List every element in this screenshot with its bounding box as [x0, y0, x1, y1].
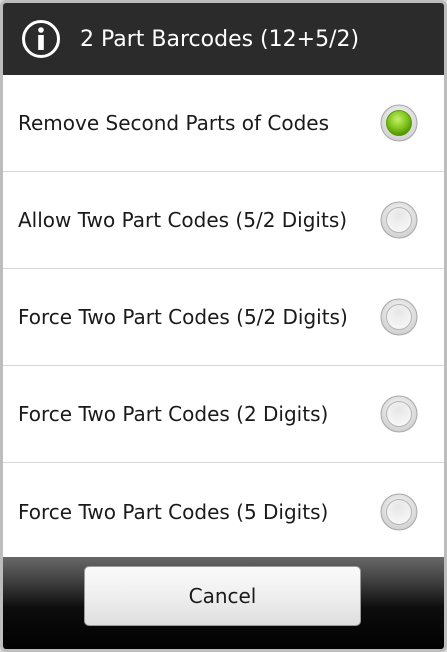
radio-selected-icon[interactable]	[380, 104, 418, 142]
cancel-button[interactable]: Cancel	[84, 566, 361, 626]
dialog-title: 2 Part Barcodes (12+5/2)	[80, 26, 360, 52]
radio-unselected-icon[interactable]	[380, 493, 418, 531]
option-label: Remove Second Parts of Codes	[18, 111, 329, 135]
radio-unselected-icon[interactable]	[380, 298, 418, 336]
dialog-button-bar: Cancel	[3, 557, 444, 649]
option-allow-two-part-5-2[interactable]: Allow Two Part Codes (5/2 Digits)	[3, 172, 444, 269]
option-label: Force Two Part Codes (5 Digits)	[18, 499, 329, 524]
option-label: Force Two Part Codes (5/2 Digits)	[18, 305, 348, 329]
radio-unselected-icon[interactable]	[380, 395, 418, 433]
option-force-two-part-2[interactable]: Force Two Part Codes (2 Digits)	[3, 366, 444, 463]
option-label: Allow Two Part Codes (5/2 Digits)	[18, 208, 348, 232]
options-list: Remove Second Parts of Codes Allow Two P…	[3, 75, 444, 560]
dialog-title-bar: 2 Part Barcodes (12+5/2)	[3, 3, 444, 75]
option-force-two-part-5-2[interactable]: Force Two Part Codes (5/2 Digits)	[3, 269, 444, 366]
info-icon	[21, 19, 61, 59]
radio-unselected-icon[interactable]	[380, 201, 418, 239]
option-remove-second-parts[interactable]: Remove Second Parts of Codes	[3, 75, 444, 172]
option-force-two-part-5[interactable]: Force Two Part Codes (5 Digits)	[3, 463, 444, 560]
option-label: Force Two Part Codes (2 Digits)	[18, 402, 329, 426]
single-choice-dialog: 2 Part Barcodes (12+5/2) Remove Second P…	[0, 0, 447, 652]
